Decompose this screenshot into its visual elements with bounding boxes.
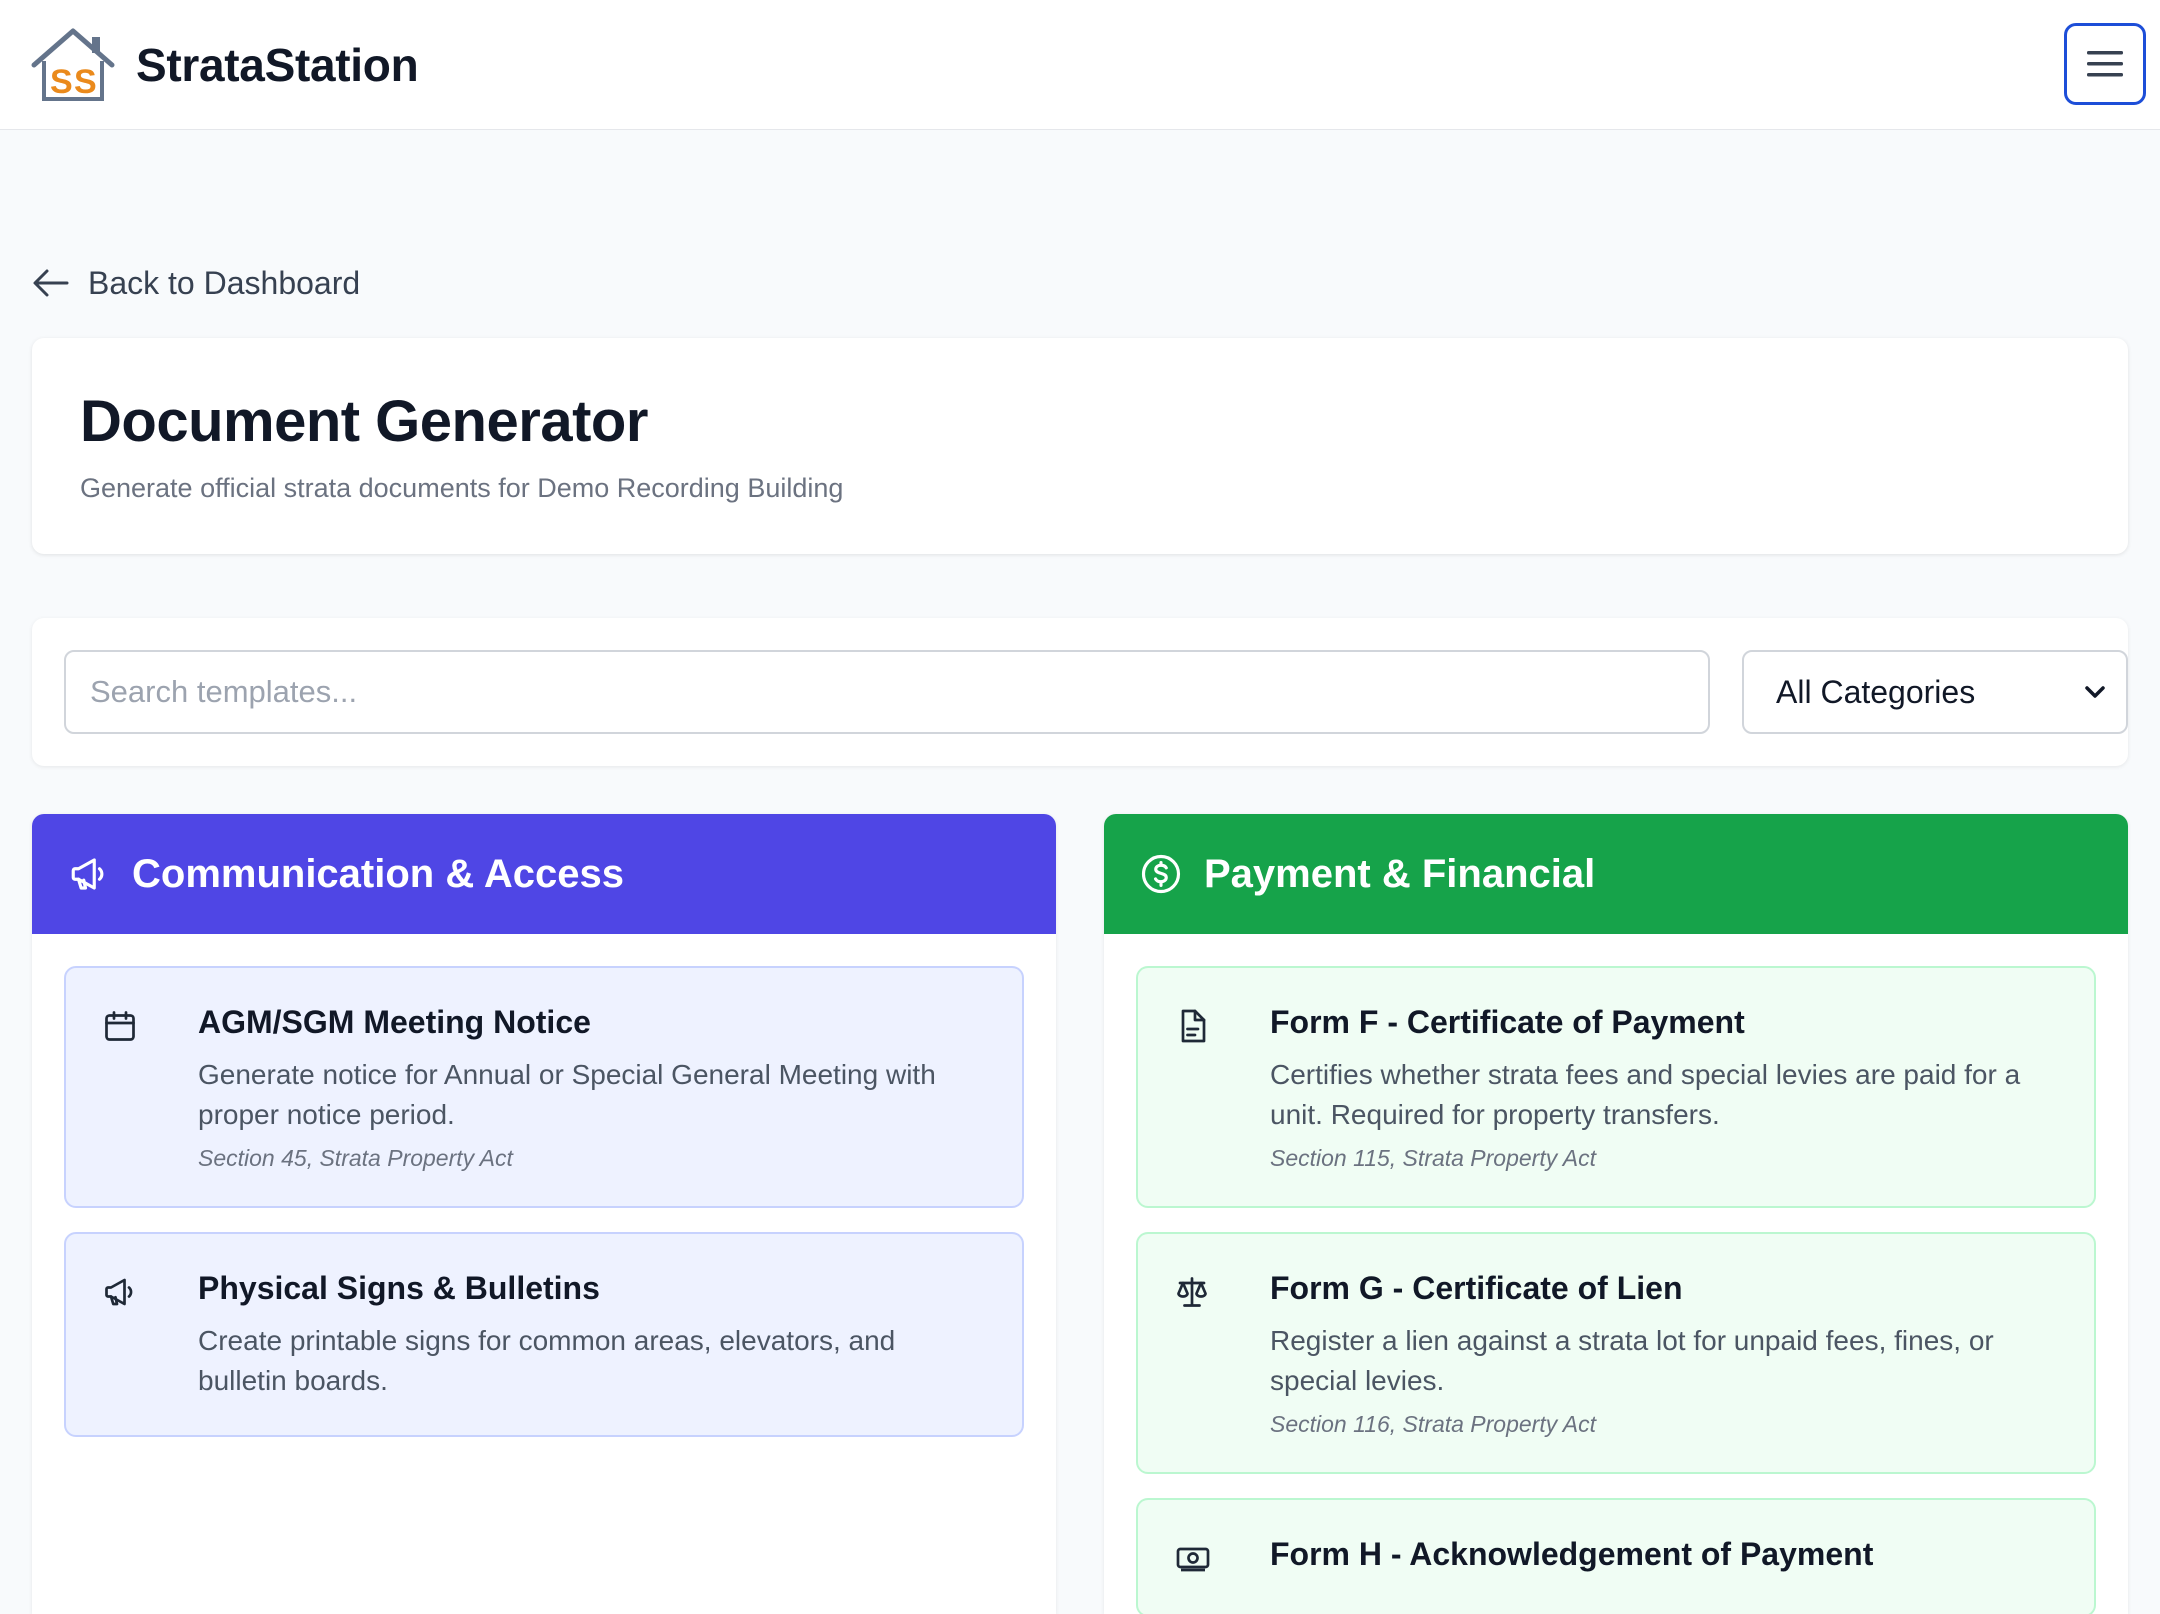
document-icon	[1181, 1009, 1206, 1043]
section-communication-access: Communication & Access AGM/SGM Meeting N…	[32, 814, 1056, 1614]
page-subtitle: Generate official strata documents for D…	[80, 473, 844, 503]
megaphone-icon	[71, 858, 104, 890]
template-description: Register a lien against a strata lot for…	[1270, 1325, 1994, 1396]
back-to-dashboard-link[interactable]: Back to Dashboard	[32, 258, 360, 308]
template-card-form-f[interactable]: Form F - Certificate of Payment Certifie…	[1136, 966, 2096, 1208]
template-description: Create printable signs for common areas,…	[198, 1325, 896, 1396]
template-description: Generate notice for Annual or Special Ge…	[198, 1059, 936, 1130]
section-title: Payment & Financial	[1204, 851, 1596, 896]
banknote-icon	[1176, 1547, 1210, 1572]
template-reference: Section 116, Strata Property Act	[1270, 1411, 1596, 1437]
calendar-icon	[105, 1011, 135, 1041]
section-header: Communication & Access	[32, 814, 1056, 934]
category-select[interactable]: All Categories	[1742, 650, 2128, 734]
svg-text:S: S	[50, 63, 73, 101]
section-header: Payment & Financial	[1104, 814, 2128, 934]
template-card-form-h[interactable]: Form H - Acknowledgement of Payment	[1136, 1498, 2096, 1614]
hamburger-menu-icon	[2087, 51, 2123, 77]
menu-button[interactable]	[2064, 23, 2146, 105]
category-selected-value: All Categories	[1776, 673, 1976, 710]
template-description: Certifies whether strata fees and specia…	[1270, 1059, 2021, 1130]
chevron-down-icon	[2085, 686, 2105, 698]
template-card-physical-signs[interactable]: Physical Signs & Bulletins Create printa…	[64, 1232, 1024, 1437]
back-label: Back to Dashboard	[88, 264, 361, 301]
section-title: Communication & Access	[132, 851, 624, 896]
brand-name[interactable]: StrataStation	[136, 38, 419, 92]
megaphone-icon	[105, 1278, 133, 1306]
scales-icon	[1177, 1277, 1207, 1307]
template-card-meeting-notice[interactable]: AGM/SGM Meeting Notice Generate notice f…	[64, 966, 1024, 1208]
template-title: Form H - Acknowledgement of Payment	[1270, 1536, 1874, 1572]
filter-card: All Categories	[32, 618, 2128, 766]
template-reference: Section 45, Strata Property Act	[198, 1145, 513, 1171]
page-header-card: Document Generator Generate official str…	[32, 338, 2128, 554]
template-card-form-g[interactable]: Form G - Certificate of Lien Register a …	[1136, 1232, 2096, 1474]
template-title: Form G - Certificate of Lien	[1270, 1270, 1683, 1306]
page-title: Document Generator	[80, 389, 648, 454]
house-logo-icon[interactable]: S S	[30, 27, 116, 103]
dollar-circle-icon	[1141, 854, 1181, 894]
search-input[interactable]	[64, 650, 1710, 734]
top-bar: S S StrataStation	[0, 0, 2160, 130]
template-title: AGM/SGM Meeting Notice	[198, 1004, 591, 1040]
template-title: Form F - Certificate of Payment	[1270, 1004, 1745, 1040]
section-payment-financial: Payment & Financial Form F - Certificate…	[1104, 814, 2128, 1614]
template-title: Physical Signs & Bulletins	[198, 1270, 600, 1306]
template-reference: Section 115, Strata Property Act	[1270, 1145, 1596, 1171]
svg-text:S: S	[74, 63, 97, 101]
arrow-left-icon	[33, 269, 69, 297]
